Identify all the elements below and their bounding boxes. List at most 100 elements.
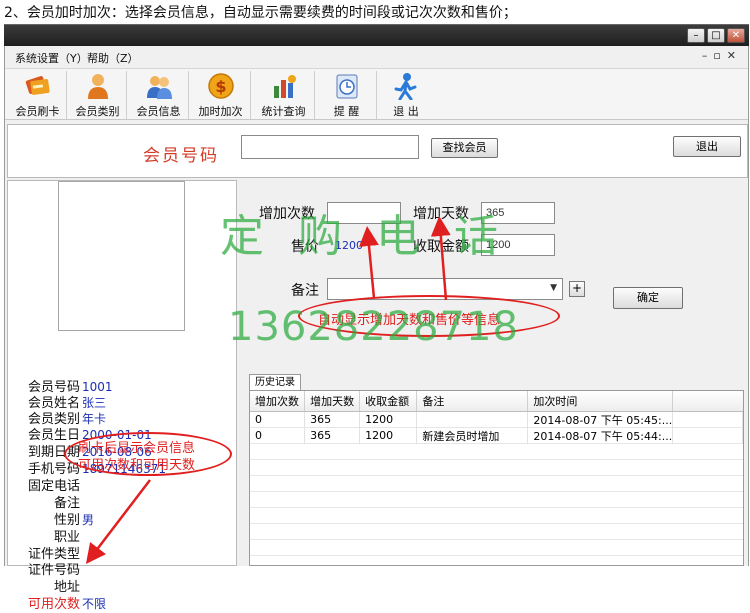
table-row[interactable]: 0 365 1200 2014-08-07 下午 05:45:... — [250, 411, 743, 428]
member-info-label: 会员生日 — [27, 428, 80, 443]
chart-icon — [273, 75, 296, 98]
member-info-row: 备注 — [14, 495, 82, 511]
menu-help[interactable]: 帮助（Z） — [87, 50, 139, 66]
member-info-value: 不限 — [82, 597, 107, 611]
add-days-label: 增加天数 — [413, 206, 469, 222]
amount-label: 收取金额 — [413, 239, 469, 255]
toolbar-label: 统计查询 — [261, 105, 306, 118]
table-cell: 365 — [304, 411, 361, 428]
member-info-label: 职业 — [53, 530, 80, 545]
member-info-label: 手机号码 — [27, 462, 80, 477]
member-info-row: 性别男 — [14, 512, 94, 528]
member-info-label: 可用次数 — [27, 597, 80, 612]
member-info-label: 性别 — [53, 513, 80, 528]
maximize-button[interactable]: □ — [707, 28, 725, 43]
column-header[interactable]: 收取金额 — [359, 391, 418, 412]
reminder-icon — [336, 74, 357, 99]
member-info-label: 到期日期 — [27, 445, 80, 460]
table-cell: 2014-08-07 下午 05:45:... — [527, 411, 674, 428]
remark-select[interactable]: ▼ — [327, 278, 563, 300]
person-icon — [87, 74, 108, 99]
add-count-label: 增加次数 — [259, 206, 315, 222]
member-info-row: 手机号码 18971146371 — [14, 461, 166, 477]
column-header[interactable]: 增加天数 — [304, 391, 361, 412]
table-cell: 0 — [250, 411, 306, 428]
toolbar-label: 会员信息 — [136, 105, 181, 118]
member-info-value: 18971146371 — [82, 462, 166, 476]
window-titlebar: – □ ✕ — [4, 24, 749, 46]
member-info-label: 会员号码 — [27, 380, 80, 395]
menu-bar: 系统设置（Y） 帮助（Z） –▫✕ — [5, 46, 748, 66]
find-member-button[interactable]: 查找会员 — [431, 138, 498, 158]
member-info-row: 会员类别 年卡 — [14, 411, 106, 427]
column-header[interactable]: 增加次数 — [250, 391, 306, 412]
remark-label: 备注 — [291, 283, 319, 299]
mdi-window-controls[interactable]: –▫✕ — [702, 49, 742, 62]
member-info-row: 会员生日 2000-01-01 — [14, 427, 152, 443]
table-cell: 1200 — [359, 411, 418, 428]
member-info-value: 2000-01-01 — [82, 428, 152, 442]
svg-text:$: $ — [215, 77, 226, 96]
toolbar-reminder-button[interactable]: 提 醒 — [317, 71, 377, 119]
member-info-value: 年卡 — [82, 412, 107, 426]
toolbar: 会员刷卡 会员类别 会员信息 $ 加时加次 统计查询 提 醒 退 出 — [5, 68, 748, 120]
table-cell: 1200 — [359, 427, 418, 444]
confirm-button[interactable]: 确定 — [613, 287, 683, 309]
add-days-input[interactable] — [481, 202, 555, 224]
member-info-row: 职业 — [14, 529, 82, 545]
member-number-label: 会员号码 — [143, 146, 219, 166]
toolbar-statistics-button[interactable]: 统计查询 — [253, 71, 315, 119]
add-count-input[interactable] — [327, 202, 401, 224]
member-info-label: 固定电话 — [27, 479, 80, 494]
member-info-value: 2016-08-06 — [82, 445, 152, 459]
add-time-panel: 增加次数 增加天数 售价 1200 收取金额 确定 备注 ▼ + 历史记录 增加… — [239, 180, 748, 566]
member-info-row: 证件类型 — [14, 546, 82, 562]
page-caption: 2、会员加时加次：选择会员信息，自动显示需要续费的时间段或记次次数和售价； — [4, 5, 517, 21]
member-info-label: 证件类型 — [27, 547, 80, 562]
toolbar-label: 会员类别 — [75, 105, 120, 118]
amount-input[interactable] — [481, 234, 555, 256]
table-row[interactable]: 0 365 1200 新建会员时增加 2014-08-07 下午 05:44:... — [250, 427, 743, 444]
column-header-filler — [672, 391, 743, 412]
member-info-label: 会员姓名 — [27, 396, 80, 411]
column-header[interactable]: 加次时间 — [527, 391, 674, 412]
add-remark-button[interactable]: + — [569, 281, 585, 297]
member-info-row: 固定电话 — [14, 478, 82, 494]
member-info-row: 会员号码 1001 — [14, 379, 113, 395]
toolbar-member-info-button[interactable]: 会员信息 — [129, 71, 189, 119]
member-info-row: 到期日期 2016-08-06 — [14, 444, 152, 460]
toolbar-label: 提 醒 — [333, 105, 360, 118]
toolbar-add-time-button[interactable]: $ 加时加次 — [191, 71, 251, 119]
toolbar-label: 加时加次 — [198, 105, 243, 118]
window-controls: – □ ✕ — [687, 28, 745, 43]
toolbar-exit-button[interactable]: 退 出 — [379, 71, 433, 119]
member-info-label: 会员类别 — [27, 412, 80, 427]
column-header[interactable]: 备注 — [416, 391, 529, 412]
member-number-input[interactable] — [241, 135, 419, 159]
table-cell: 365 — [304, 427, 361, 444]
menu-system-settings[interactable]: 系统设置（Y） — [15, 50, 88, 66]
exit-button[interactable]: 退出 — [673, 136, 741, 157]
people-icon — [146, 76, 172, 99]
member-info-label: 地址 — [53, 580, 80, 595]
history-table-header: 增加次数 增加天数 收取金额 备注 加次时间 — [250, 391, 743, 412]
close-button[interactable]: ✕ — [727, 28, 745, 43]
table-cell: 2014-08-07 下午 05:44:... — [527, 427, 674, 444]
minimize-button[interactable]: – — [687, 28, 705, 43]
toolbar-label: 退 出 — [393, 105, 419, 118]
price-value: 1200 — [335, 239, 363, 252]
member-info-panel: 会员号码 1001 会员姓名 张三 会员类别 年卡 会员生日 2000-01-01 到期日期 20… — [7, 180, 237, 612]
chevron-down-icon[interactable]: ▼ — [550, 283, 557, 293]
toolbar-member-swipe-button[interactable]: 会员刷卡 — [9, 71, 67, 119]
member-info-row: 可用次数 不限 — [14, 596, 106, 612]
member-info-row: 会员姓名 张三 — [14, 395, 106, 411]
table-cell — [416, 411, 529, 428]
toolbar-member-category-button[interactable]: 会员类别 — [69, 71, 127, 119]
exit-icon — [394, 73, 417, 100]
tab-history[interactable]: 历史记录 — [249, 374, 301, 390]
dollar-icon: $ — [207, 73, 234, 99]
table-cell: 0 — [250, 427, 306, 444]
member-info-value: 张三 — [82, 396, 107, 410]
member-info-row: 地址 — [14, 579, 82, 595]
price-label: 售价 — [291, 239, 319, 255]
